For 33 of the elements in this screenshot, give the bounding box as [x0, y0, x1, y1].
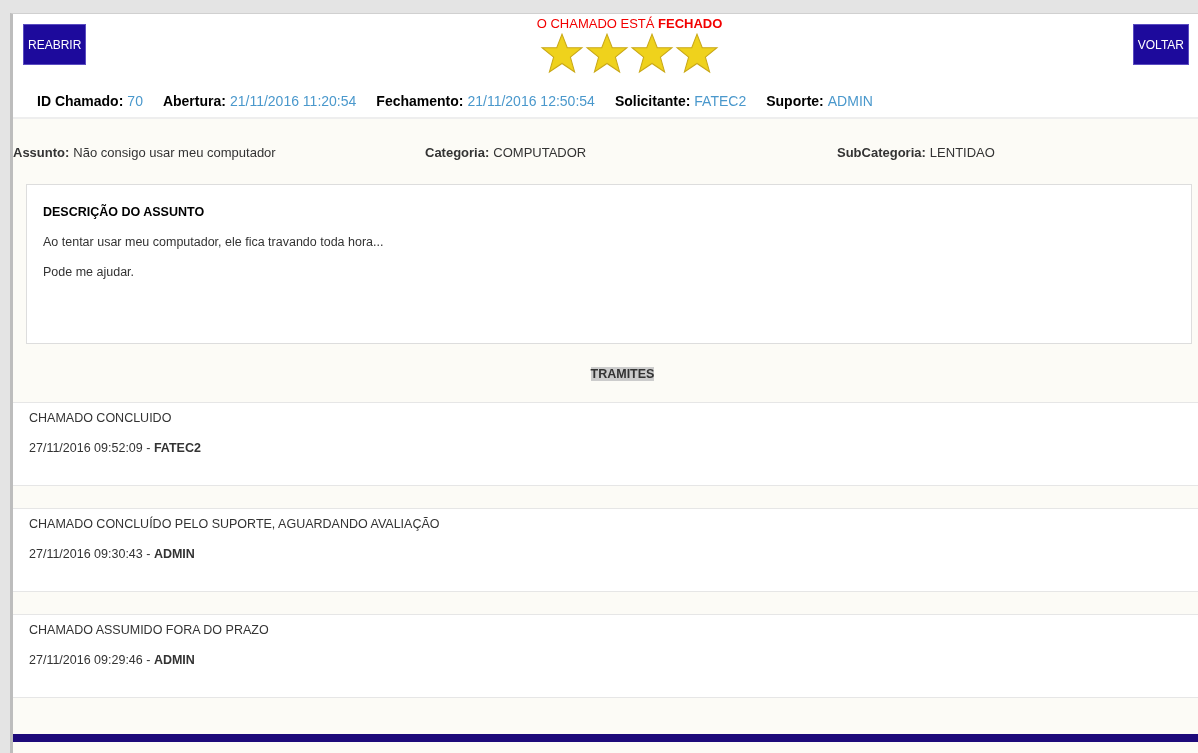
description-text: Pode me ajudar. — [43, 265, 136, 279]
reopen-button[interactable]: REABRIR — [23, 24, 87, 65]
field-value: 70 — [127, 93, 143, 109]
tramite-meta: 27/11/2016 09:52:09 - FATEC2 — [29, 441, 202, 455]
description-title: DESCRIÇÃO DO ASSUNTO — [43, 205, 206, 219]
section-title: TRAMITES — [590, 367, 655, 381]
description-text: Ao tentar usar meu computador, ele fica travando toda hora... — [43, 235, 385, 249]
tramite-text: CHAMADO CONCLUIDO — [29, 411, 173, 425]
tramite-text: CHAMADO CONCLUÍDO PELO SUPORTE, AGUARDANDO AVALIAÇÃO — [29, 517, 441, 531]
field-label: Fechamento: — [376, 93, 464, 109]
field-label: ID Chamado: — [37, 93, 124, 109]
field-value: 21/11/2016 12:50:54 — [467, 93, 595, 109]
field-label: Categoria: — [425, 145, 490, 160]
tramite-meta: 27/11/2016 09:30:43 - ADMIN — [29, 547, 196, 561]
tramite-meta: 27/11/2016 09:29:46 - ADMIN — [29, 653, 196, 667]
field-value: COMPUTADOR — [493, 145, 587, 160]
field-value: ADMIN — [827, 93, 873, 109]
field-value: Não consigo usar meu computador — [73, 145, 276, 160]
field-value: LENTIDAO — [929, 145, 995, 160]
field-value: 21/11/2016 11:20:54 — [229, 93, 357, 109]
field-label: Solicitante: — [614, 93, 691, 109]
status-text: O CHAMADO ESTÁ FECHADO — [536, 16, 723, 31]
star-icon — [540, 32, 585, 74]
field-label: SubCategoria: — [837, 145, 926, 160]
star-icon — [630, 32, 675, 74]
tramite-text: CHAMADO ASSUMIDO FORA DO PRAZO — [29, 623, 270, 637]
field-label: Abertura: — [162, 93, 226, 109]
field-label: Assunto: — [13, 145, 70, 160]
star-icon — [585, 32, 630, 74]
star-icon — [675, 32, 720, 74]
back-button[interactable]: VOLTAR — [1132, 24, 1189, 65]
field-label: Suporte: — [766, 93, 824, 109]
field-value: FATEC2 — [694, 93, 747, 109]
